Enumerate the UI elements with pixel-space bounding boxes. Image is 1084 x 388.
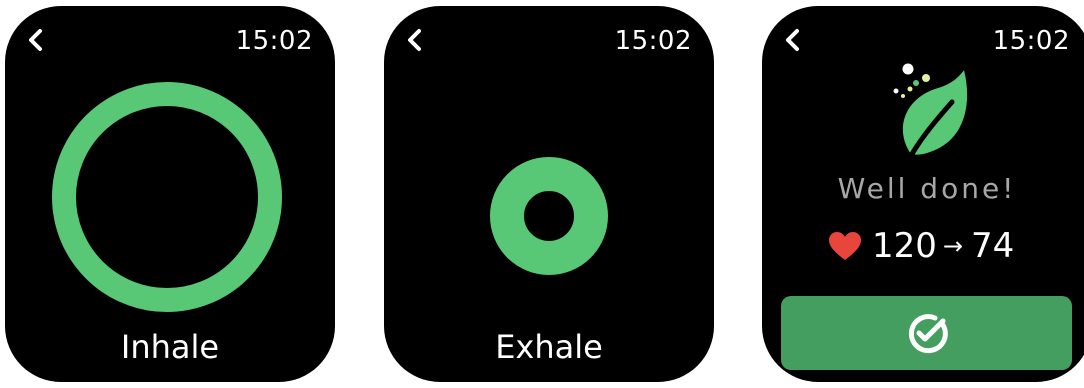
breathing-ring-contracted: [490, 157, 608, 275]
back-button[interactable]: [782, 26, 804, 54]
completion-message: Well done!: [837, 172, 1017, 205]
watch-screen-inhale: 15:02 Inhale: [5, 6, 335, 382]
arrow-right-icon: →: [942, 232, 964, 260]
heart-icon: [829, 232, 861, 260]
leaf-icon: [886, 62, 978, 160]
breathing-ring-expanded: [52, 82, 282, 312]
clock-time: 15:02: [992, 26, 1070, 56]
done-button[interactable]: [781, 296, 1072, 370]
watch-screens: 15:02 Inhale 15:02 Exhale 15:02 Well don…: [0, 0, 1084, 388]
clock-time: 15:02: [235, 26, 313, 56]
check-circle-icon: [908, 314, 948, 354]
phase-label: Exhale: [495, 328, 603, 366]
watch-screen-exhale: 15:02 Exhale: [384, 6, 714, 382]
chevron-left-icon: [786, 29, 799, 51]
heart-rate-before: 120: [872, 226, 937, 266]
chevron-left-icon: [408, 29, 421, 51]
heart-rate-summary: 120 → 74: [828, 224, 1014, 268]
back-button[interactable]: [25, 26, 47, 54]
heart-rate-after: 74: [971, 226, 1015, 266]
clock-time: 15:02: [614, 26, 692, 56]
watch-screen-summary: 15:02 Well done! 120 → 74: [762, 6, 1084, 382]
chevron-left-icon: [29, 29, 42, 51]
phase-label: Inhale: [120, 328, 220, 366]
back-button[interactable]: [404, 26, 426, 54]
